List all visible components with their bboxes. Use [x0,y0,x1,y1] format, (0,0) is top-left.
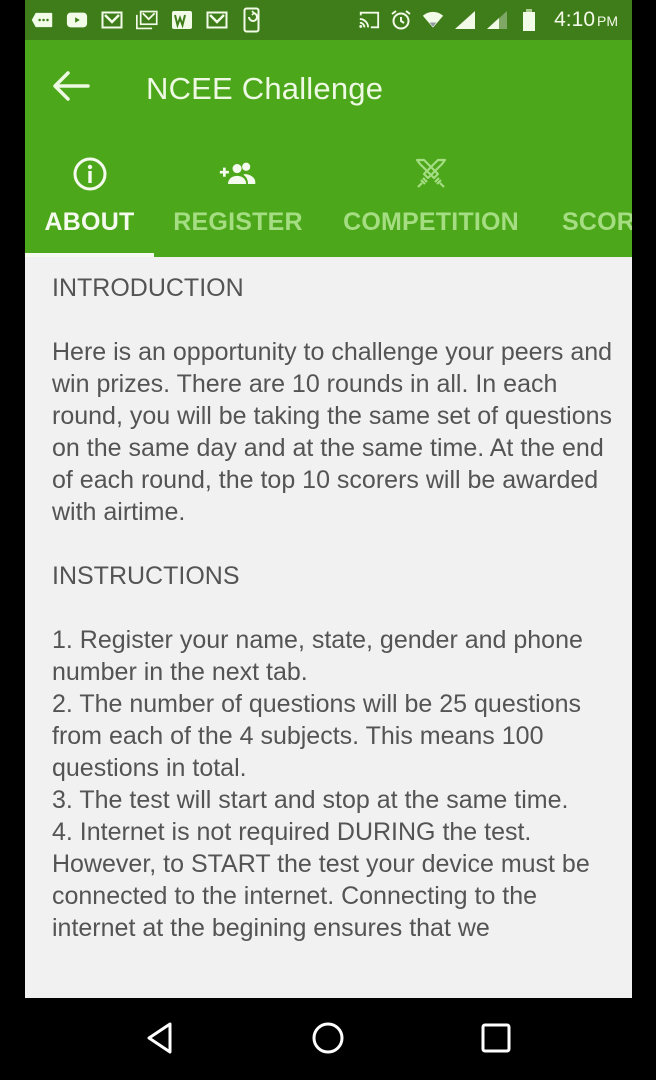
alarm-icon [390,10,412,30]
battery-icon [518,9,540,31]
back-button[interactable] [47,68,95,108]
home-circle-icon [311,1021,345,1060]
instruction-item: 4. Internet is not required DURING the t… [52,818,590,942]
signal-weak-icon [486,10,508,30]
tab-register[interactable]: REGISTER [163,144,313,257]
notification-icons [31,7,263,33]
back-triangle-icon [145,1021,175,1060]
clock: 4:10 PM [554,8,618,31]
crossed-swords-icon [411,154,451,194]
gmail-icon [101,10,123,30]
tab-label: COMPETITION [343,208,519,236]
about-content: INTRODUCTION Here is an opportunity to c… [52,272,618,944]
instruction-item: 3. The test will start and stop at the s… [52,786,569,814]
tab-bar: ABOUT REGISTER COMPETITION SCOR [25,144,632,257]
info-icon [70,154,110,194]
instruction-item: 2. The number of questions will be 25 qu… [52,690,582,782]
word-icon [171,10,193,30]
tab-competition[interactable]: COMPETITION [331,144,531,257]
tab-scores[interactable]: SCOR [555,144,632,257]
cast-icon [358,10,380,30]
system-icons: 4:10 PM [358,8,618,32]
status-bar: 4:10 PM [25,0,632,40]
nav-recents-button[interactable] [472,1016,520,1064]
gmail-icon [206,10,228,30]
wifi-icon [422,10,444,30]
tab-label: ABOUT [44,208,135,236]
gmail-stack-icon [136,10,158,30]
phone-sync-icon [241,7,263,33]
introduction-text: Here is an opportunity to challenge your… [52,338,613,526]
nav-home-button[interactable] [304,1016,352,1064]
add-group-icon [218,154,258,194]
system-nav-bar [0,998,656,1080]
nav-back-button[interactable] [136,1016,184,1064]
app-bar: NCEE Challenge ABOUT REGISTER COMPETITIO… [25,40,632,257]
instructions-heading: INSTRUCTIONS [52,562,240,590]
tab-about[interactable]: ABOUT [25,144,154,257]
arrow-left-icon [51,70,91,107]
active-tab-indicator [25,253,154,257]
introduction-heading: INTRODUCTION [52,274,244,302]
tab-label: SCOR [562,208,632,236]
tab-label: REGISTER [173,208,303,236]
recents-square-icon [481,1023,511,1058]
app-screen: 4:10 PM NCEE Challenge ABOUT REGISTER CO… [25,0,632,998]
page-title: NCEE Challenge [146,71,384,106]
messages-icon [31,10,53,30]
signal-icon [454,10,476,30]
instruction-item: 1. Register your name, state, gender and… [52,626,583,686]
youtube-icon [66,10,88,30]
